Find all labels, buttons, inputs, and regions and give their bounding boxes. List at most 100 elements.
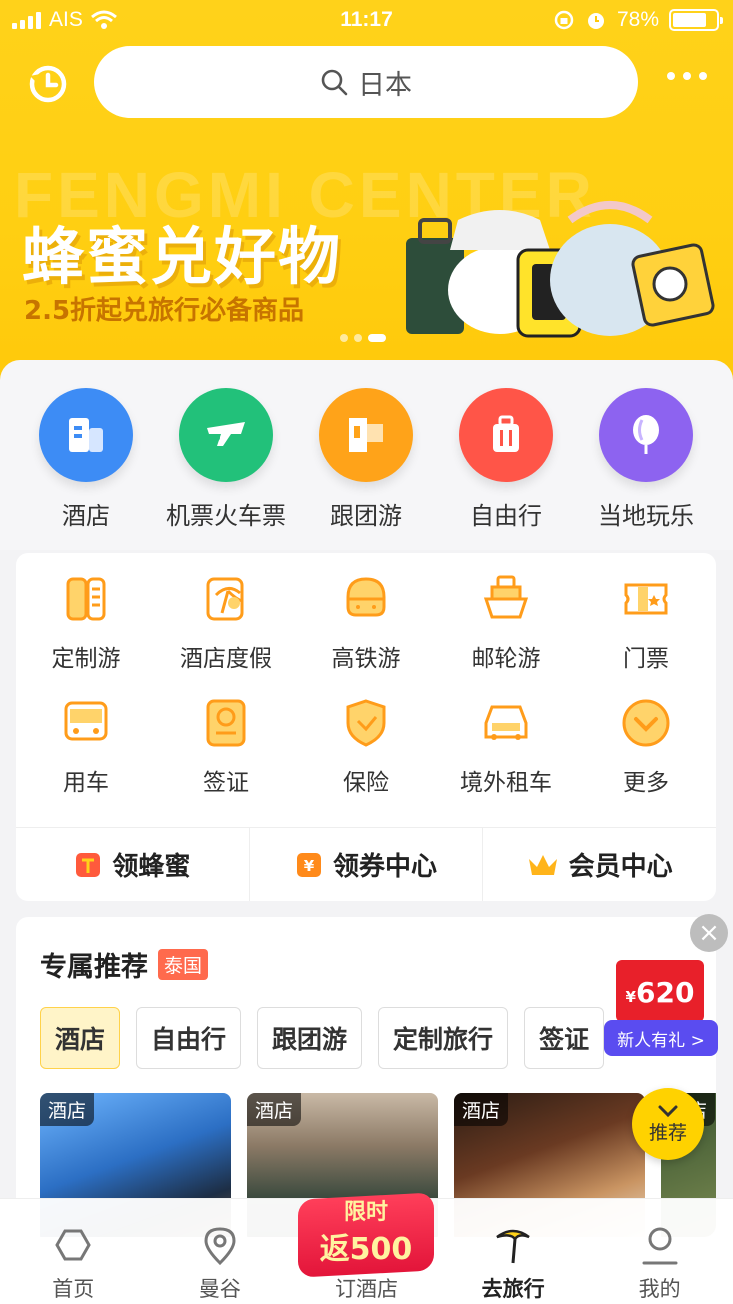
recommend-tabs: 酒店 自由行 跟团游 定制旅行 签证 — [40, 1007, 605, 1069]
resort-icon — [206, 577, 244, 621]
region-badge[interactable]: 泰国 — [158, 949, 209, 980]
category-flight-train[interactable]: 机票火车票 — [156, 388, 296, 531]
promo-line1: 限时 — [343, 1200, 388, 1225]
category-hotel[interactable]: 酒店 — [16, 388, 156, 531]
service-label: 用车 — [63, 770, 109, 796]
more-chevron-icon — [622, 699, 670, 747]
recommend-float-label: 推荐 — [648, 1121, 687, 1144]
quick-link-coupons[interactable]: ¥ 领券中心 — [248, 828, 483, 901]
palm-tree-icon — [496, 1229, 530, 1264]
recommend-tab[interactable]: 自由行 — [136, 1007, 242, 1069]
banner-pagination — [340, 334, 386, 342]
banner-products-image — [406, 201, 715, 338]
recommend-title: 专属推荐 — [40, 952, 148, 983]
service-insurance[interactable]: 保险 — [296, 697, 436, 821]
tab-travel[interactable]: 去旅行 — [440, 1199, 587, 1304]
hotel-icon — [39, 388, 133, 482]
service-label: 门票 — [623, 646, 669, 672]
category-group-tour[interactable]: 跟团游 — [296, 388, 436, 531]
tab-city[interactable]: 曼谷 — [147, 1199, 294, 1304]
chevron-down-icon — [658, 1105, 678, 1117]
tab-label: 我的 — [638, 1277, 681, 1301]
shield-icon — [346, 699, 386, 747]
battery-icon — [669, 9, 723, 31]
category-label: 酒店 — [62, 502, 110, 530]
honey-icon — [76, 852, 101, 877]
passport-icon — [206, 699, 246, 747]
rotation-lock-icon — [554, 10, 574, 30]
home-icon — [55, 1229, 92, 1261]
service-label: 邮轮游 — [471, 646, 541, 672]
recommend-tab[interactable]: 定制旅行 — [378, 1007, 509, 1069]
search-placeholder: 日本 — [358, 69, 412, 101]
limited-promo-badge[interactable]: 限时 返500 — [292, 1186, 440, 1278]
recommend-tab[interactable]: 签证 — [524, 1007, 605, 1069]
alarm-icon — [587, 13, 604, 29]
service-car[interactable]: 用车 — [16, 697, 156, 821]
recommend-tab[interactable]: 跟团游 — [257, 1007, 363, 1069]
recommend-float-button[interactable]: 推荐 — [632, 1088, 704, 1160]
category-label: 自由行 — [470, 502, 542, 530]
banner-subtitle: 2.5折起兑旅行必备商品 — [24, 296, 305, 326]
service-label: 境外租车 — [460, 770, 552, 796]
search-input[interactable]: 日本 — [94, 46, 638, 118]
coupon-icon: ¥ — [297, 852, 321, 877]
svg-text:¥: ¥ — [304, 857, 315, 875]
ticket-icon — [624, 583, 668, 615]
category-free-travel[interactable]: 自由行 — [436, 388, 576, 531]
promo-line2: 返500 — [319, 1232, 413, 1267]
close-icon[interactable]: × — [690, 914, 728, 952]
hotel-card-badge: 酒店 — [40, 1093, 95, 1126]
plane-train-icon — [179, 388, 273, 482]
high-speed-rail-icon — [346, 577, 386, 617]
more-menu-icon[interactable] — [667, 72, 707, 80]
gift-label: 新人有礼 > — [604, 1020, 718, 1056]
quick-link-label: 会员中心 — [568, 852, 673, 882]
history-icon[interactable] — [26, 62, 70, 106]
hotel-card-badge: 酒店 — [247, 1093, 302, 1126]
quick-link-label: 领蜂蜜 — [112, 852, 191, 882]
category-label: 跟团游 — [330, 502, 402, 530]
service-car-rental[interactable]: 境外租车 — [436, 697, 576, 821]
service-cruise[interactable]: 邮轮游 — [436, 573, 576, 697]
service-label: 更多 — [623, 770, 669, 796]
search-icon — [321, 69, 348, 96]
category-local-fun[interactable]: 当地玩乐 — [576, 388, 716, 531]
primary-category-section: 酒店 机票火车票 跟团游 自由行 当地玩乐 — [0, 360, 733, 550]
secondary-category-card: 定制游 酒店度假 高铁游 邮轮游 门票 用车 签证 保险 境外租车 更多 领蜂蜜… — [16, 553, 716, 901]
gift-amount: ¥620 — [625, 976, 695, 1009]
quick-link-membership[interactable]: 会员中心 — [482, 828, 716, 901]
recommend-tab[interactable]: 酒店 — [40, 1007, 121, 1069]
header-background: AIS 11:17 78% 日本 FENGMI CENTER 蜂蜜兑好物 2.5… — [0, 0, 733, 380]
service-label: 定制游 — [51, 646, 121, 672]
tab-home[interactable]: 首页 — [0, 1199, 147, 1304]
category-label: 当地玩乐 — [598, 502, 694, 530]
quick-link-label: 领券中心 — [333, 852, 438, 882]
quick-links: 领蜂蜜 ¥ 领券中心 会员中心 — [16, 827, 716, 901]
location-icon — [204, 1227, 236, 1266]
tab-label: 订酒店 — [334, 1277, 398, 1301]
luggage-icon — [459, 388, 553, 482]
service-ticket[interactable]: 门票 — [576, 573, 716, 697]
hotel-card-badge: 酒店 — [454, 1093, 509, 1126]
battery-percent: 78% — [616, 8, 659, 31]
flag-icon — [319, 388, 413, 482]
service-label: 签证 — [203, 770, 249, 796]
new-user-gift-float[interactable]: ¥620 新人有礼 > — [600, 950, 720, 1065]
service-more[interactable]: 更多 — [576, 697, 716, 821]
profile-icon — [642, 1227, 678, 1265]
service-label: 酒店度假 — [180, 646, 272, 672]
promo-banner[interactable]: FENGMI CENTER 蜂蜜兑好物 2.5折起兑旅行必备商品 — [0, 150, 733, 360]
service-visa[interactable]: 签证 — [156, 697, 296, 821]
tab-profile[interactable]: 我的 — [586, 1199, 733, 1304]
service-resort[interactable]: 酒店度假 — [156, 573, 296, 697]
banner-title: 蜂蜜兑好物 — [22, 220, 343, 293]
service-high-speed-rail[interactable]: 高铁游 — [296, 573, 436, 697]
crown-icon — [528, 854, 557, 875]
service-label: 保险 — [343, 770, 389, 796]
car-icon — [484, 705, 528, 740]
tab-label: 首页 — [52, 1277, 95, 1301]
quick-link-honey[interactable]: 领蜂蜜 — [16, 828, 249, 901]
service-custom-tour[interactable]: 定制游 — [16, 573, 156, 697]
tab-label: 去旅行 — [481, 1277, 545, 1301]
